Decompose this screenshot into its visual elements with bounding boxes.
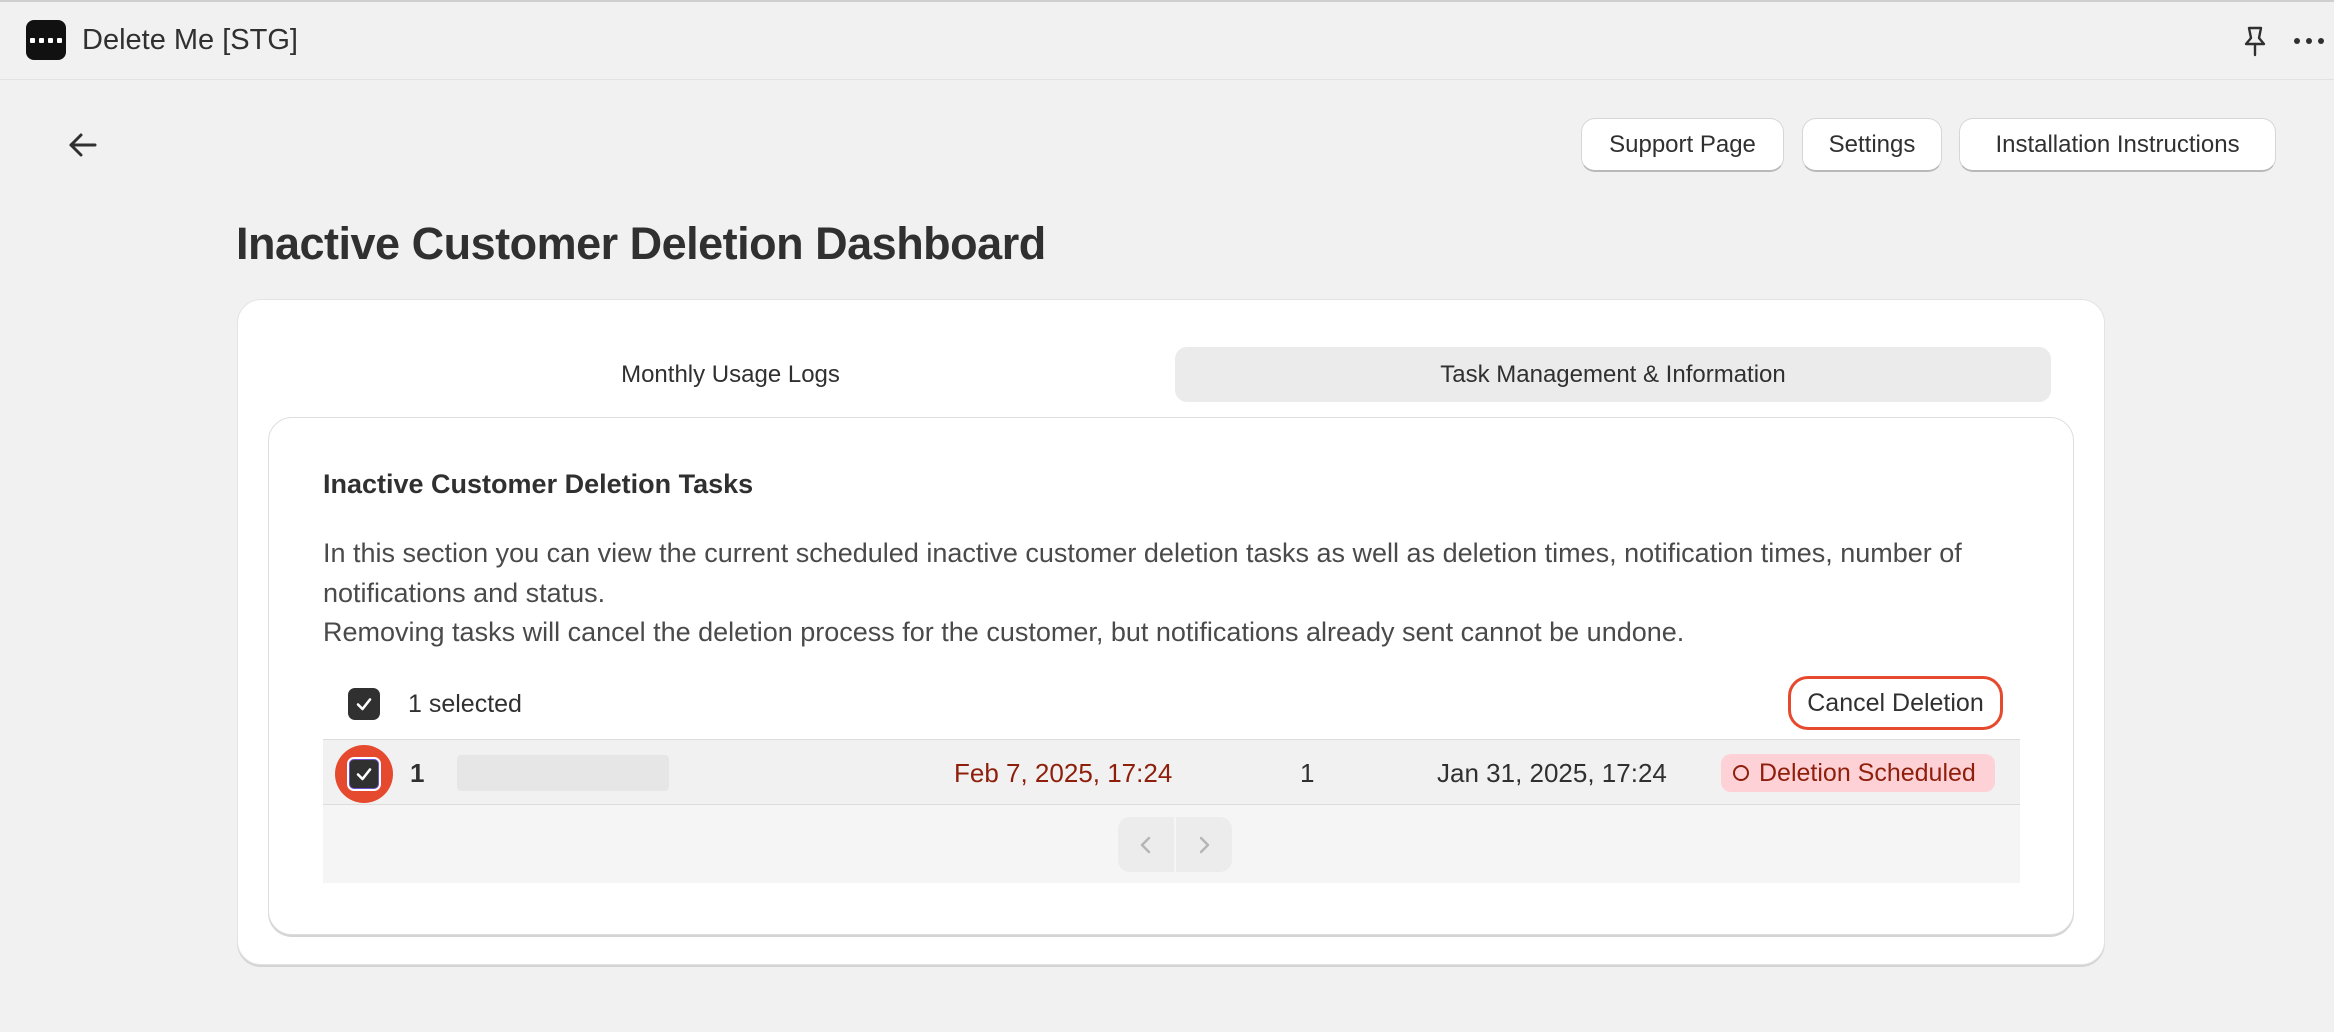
row-index: 1	[410, 758, 425, 788]
installation-instructions-button[interactable]: Installation Instructions	[1959, 118, 2276, 172]
section-description-line: In this section you can view the current…	[323, 538, 1962, 608]
next-page-button[interactable]	[1176, 817, 1232, 872]
pagination	[1118, 817, 1232, 872]
section-description-line: Removing tasks will cancel the deletion …	[323, 617, 1685, 647]
checkmark-icon	[356, 698, 372, 711]
checkmark-icon	[356, 768, 372, 781]
chevron-left-icon	[1140, 836, 1151, 853]
status-text: Deletion Scheduled	[1759, 759, 1976, 787]
deletion-time: Feb 7, 2025, 17:24	[954, 758, 1173, 788]
notification-count: 1	[1300, 758, 1315, 788]
back-arrow-icon[interactable]	[66, 128, 100, 162]
app-title: Delete Me [STG]	[82, 24, 298, 56]
app-logo-icon	[26, 20, 66, 60]
notification-time: Jan 31, 2025, 17:24	[1437, 758, 1667, 788]
status-badge: Deletion Scheduled	[1721, 754, 1995, 792]
redacted-customer-field	[457, 755, 669, 791]
more-options-icon[interactable]	[2291, 24, 2327, 58]
settings-button[interactable]: Settings	[1802, 118, 1942, 172]
cancel-deletion-button[interactable]: Cancel Deletion	[1788, 676, 2003, 730]
row-checkbox[interactable]	[347, 757, 381, 791]
section-title: Inactive Customer Deletion Tasks	[323, 469, 754, 499]
section-description: In this section you can view the current…	[323, 534, 2023, 653]
previous-page-button[interactable]	[1118, 817, 1174, 872]
app-top-bar: Delete Me [STG]	[0, 0, 2334, 80]
select-all-checkbox[interactable]	[348, 688, 380, 720]
pin-icon[interactable]	[2240, 24, 2270, 58]
tab-monthly-usage-logs[interactable]: Monthly Usage Logs	[283, 347, 1178, 402]
row-checkbox-highlight	[335, 745, 393, 803]
status-indicator-icon	[1733, 765, 1749, 781]
chevron-right-icon	[1199, 836, 1210, 853]
support-page-button[interactable]: Support Page	[1581, 118, 1784, 172]
page-title: Inactive Customer Deletion Dashboard	[236, 218, 1046, 269]
selected-count: 1 selected	[408, 690, 522, 718]
tab-task-management[interactable]: Task Management & Information	[1175, 347, 2051, 402]
